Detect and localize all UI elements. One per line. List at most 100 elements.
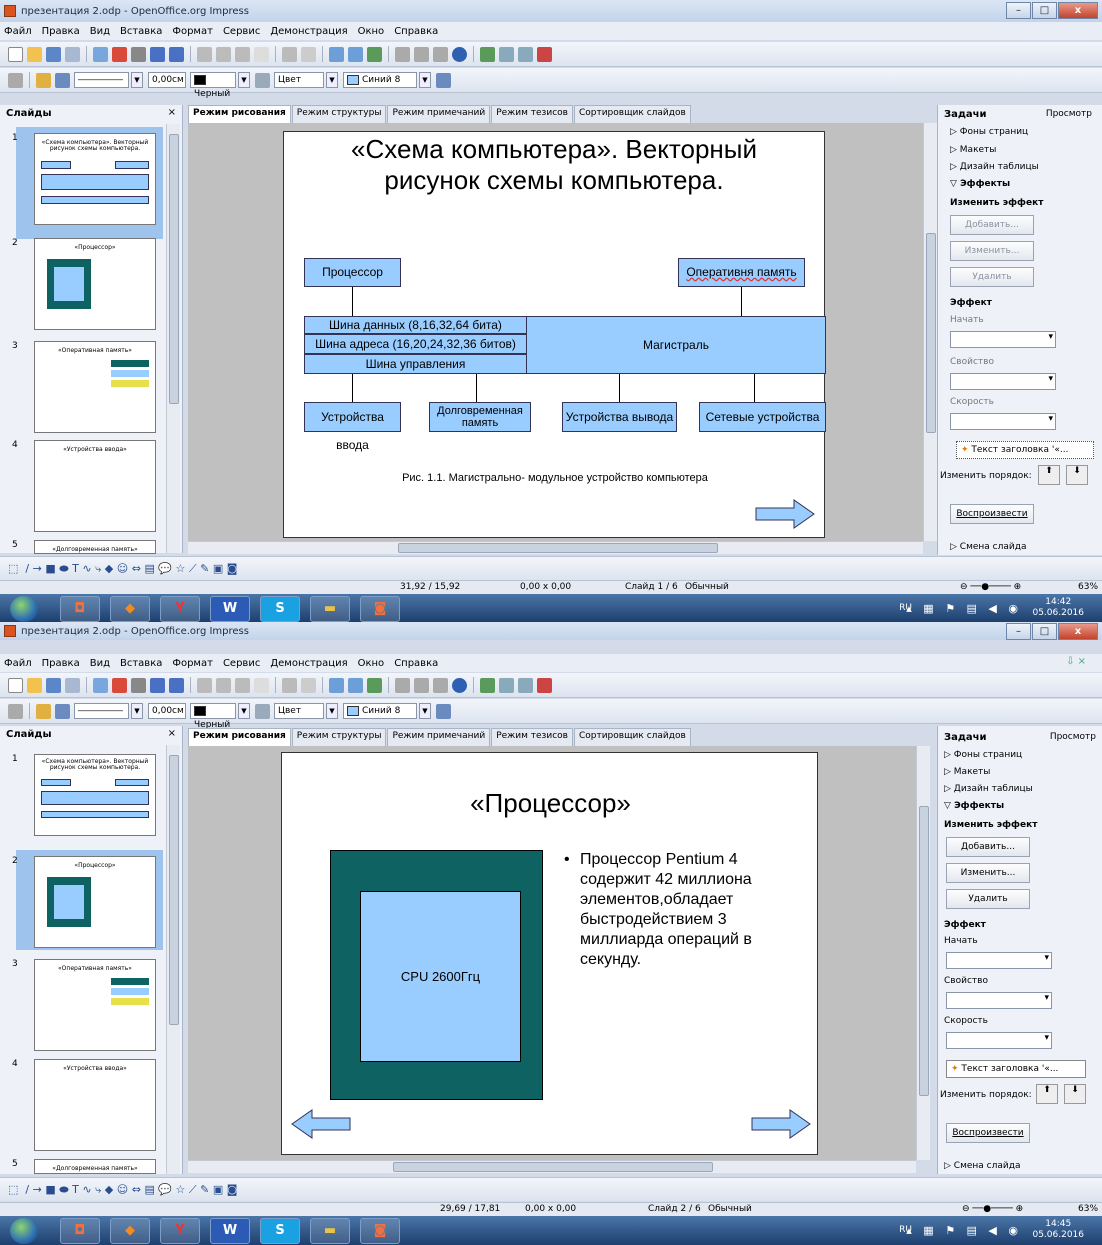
fill-color-select[interactable]: Синий 8 [343, 703, 417, 719]
symbol-shapes-icon[interactable]: ☺ [117, 562, 128, 575]
zoom-icon[interactable] [433, 46, 448, 62]
close-pane-icon[interactable]: × [168, 728, 176, 739]
curve-tool-icon[interactable]: ∿ [82, 562, 91, 575]
section-page-backgrounds[interactable]: ▷ Фоны страниц [944, 750, 1022, 760]
clock[interactable]: 14:42 05.06.2016 [1032, 597, 1084, 619]
line-color-select[interactable]: Черный [190, 703, 236, 730]
save-icon[interactable] [46, 677, 61, 693]
tab-drawing[interactable]: Режим рисования [188, 105, 291, 123]
menu-window[interactable]: Окно [358, 26, 385, 37]
chevron-down-icon[interactable]: ▼ [419, 72, 431, 88]
line-width-field[interactable]: 0,00см [148, 703, 186, 719]
ellipse-tool-icon[interactable]: ⬬ [59, 562, 68, 576]
chart-icon[interactable] [329, 46, 344, 62]
grid-icon[interactable] [395, 677, 410, 693]
open-icon[interactable] [27, 46, 42, 62]
fill-color-select[interactable]: Синий 8 [343, 72, 417, 88]
rectangle-tool-icon[interactable]: ■ [45, 562, 55, 575]
canvas-vscrollbar[interactable] [923, 123, 937, 541]
effect-list-item[interactable]: ✦ Текст заголовка '«... [956, 441, 1094, 459]
text-tool-icon[interactable]: T [72, 562, 79, 575]
help-icon[interactable] [452, 46, 467, 62]
menu-tools[interactable]: Сервис [223, 26, 260, 37]
play-button[interactable]: Воспроизвести [950, 504, 1034, 524]
cut-icon[interactable] [197, 46, 212, 62]
paste-icon[interactable] [235, 46, 250, 62]
fill-type-select[interactable]: Цвет [274, 72, 324, 88]
section-slide-transition[interactable]: ▷ Смена слайда [950, 542, 1026, 552]
menu-slideshow[interactable]: Демонстрация [270, 26, 347, 37]
line-style-select[interactable]: ――――― [74, 72, 129, 88]
new-icon[interactable] [8, 46, 23, 62]
line-icon[interactable] [36, 703, 51, 719]
zoom-icon[interactable] [433, 677, 448, 693]
edit-icon[interactable] [93, 46, 108, 62]
rectangle-tool-icon[interactable]: ■ [45, 1183, 55, 1196]
skype-icon[interactable]: S [260, 1218, 300, 1244]
callouts-icon[interactable]: 💬 [158, 562, 172, 575]
skype-icon[interactable]: S [260, 596, 300, 622]
menu-insert[interactable]: Вставка [120, 658, 162, 669]
tab-outline[interactable]: Режим структуры [291, 728, 387, 746]
block-arrows-icon[interactable]: ⇔ [132, 562, 141, 575]
word-icon[interactable]: W [210, 1218, 250, 1244]
start-button[interactable] [10, 596, 38, 622]
thumb-slide-5[interactable]: «Долговременная память» [34, 540, 156, 554]
canvas-hscrollbar[interactable] [188, 541, 923, 554]
explorer-icon[interactable]: ▬ [310, 1218, 350, 1244]
property-select[interactable] [950, 373, 1056, 390]
slide-icon[interactable] [480, 677, 495, 693]
impress-taskbar-icon[interactable]: ◙ [360, 1218, 400, 1244]
tab-outline[interactable]: Режим структуры [291, 105, 387, 123]
tab-handout[interactable]: Режим тезисов [491, 105, 573, 123]
section-table-design[interactable]: ▷ Дизайн таблицы [950, 162, 1039, 172]
spellcheck-icon[interactable] [150, 46, 165, 62]
callouts-icon[interactable]: 💬 [158, 1183, 172, 1196]
edit-icon[interactable] [93, 677, 108, 693]
impress-taskbar-icon[interactable]: ◙ [360, 596, 400, 622]
navigator-icon[interactable] [367, 677, 382, 693]
autospell-icon[interactable] [169, 677, 184, 693]
arrow-tool-icon[interactable]: → [33, 562, 42, 575]
yandex-icon[interactable]: Y [160, 596, 200, 622]
close-button[interactable]: x [1058, 623, 1098, 640]
chevron-down-icon[interactable]: ▼ [419, 703, 431, 719]
menu-insert[interactable]: Вставка [120, 26, 162, 37]
stars-icon[interactable]: ☆ [176, 562, 186, 575]
section-layouts[interactable]: ▷ Макеты [944, 767, 990, 777]
line-icon[interactable] [36, 72, 51, 88]
chevron-down-icon[interactable]: ▼ [326, 72, 338, 88]
points-icon[interactable]: ⟋ [189, 562, 197, 576]
minimize-button[interactable]: – [1006, 2, 1031, 19]
spellcheck-icon[interactable] [150, 677, 165, 693]
line-width-field[interactable]: 0,00см [148, 72, 186, 88]
symbol-shapes-icon[interactable]: ☺ [117, 1183, 128, 1196]
menu-file[interactable]: Файл [4, 26, 32, 37]
line-tool-icon[interactable]: / [25, 562, 29, 575]
maximize-button[interactable]: □ [1032, 623, 1057, 640]
tab-slide-sorter[interactable]: Сортировщик слайдов [573, 728, 691, 746]
tab-drawing[interactable]: Режим рисования [188, 728, 291, 746]
menu-window[interactable]: Окно [358, 658, 385, 669]
thumb-slide-5[interactable]: «Долговременная память» [34, 1159, 156, 1174]
slides-scrollbar[interactable] [166, 745, 180, 1174]
section-page-backgrounds[interactable]: ▷ Фоны страниц [950, 127, 1028, 137]
layout-icon[interactable] [518, 46, 533, 62]
stars-icon[interactable]: ☆ [176, 1183, 186, 1196]
canvas-hscrollbar[interactable] [188, 1160, 916, 1173]
area-icon[interactable] [255, 703, 270, 719]
table-icon[interactable] [348, 677, 363, 693]
curve-tool-icon[interactable]: ∿ [82, 1183, 91, 1196]
fontwork-icon[interactable]: ✎ [200, 562, 209, 575]
delete-effect-button[interactable]: Удалить [946, 889, 1030, 909]
yandex-icon[interactable]: Y [160, 1218, 200, 1244]
fill-type-select[interactable]: Цвет [274, 703, 324, 719]
tab-slide-sorter[interactable]: Сортировщик слайдов [573, 105, 691, 123]
copy-icon[interactable] [216, 46, 231, 62]
update-icon[interactable]: ⇩ × [1066, 656, 1086, 667]
show-icon[interactable] [537, 46, 552, 62]
copy-icon[interactable] [216, 677, 231, 693]
chart-icon[interactable] [329, 677, 344, 693]
pdf-icon[interactable] [112, 677, 127, 693]
tab-notes[interactable]: Режим примечаний [387, 105, 491, 123]
